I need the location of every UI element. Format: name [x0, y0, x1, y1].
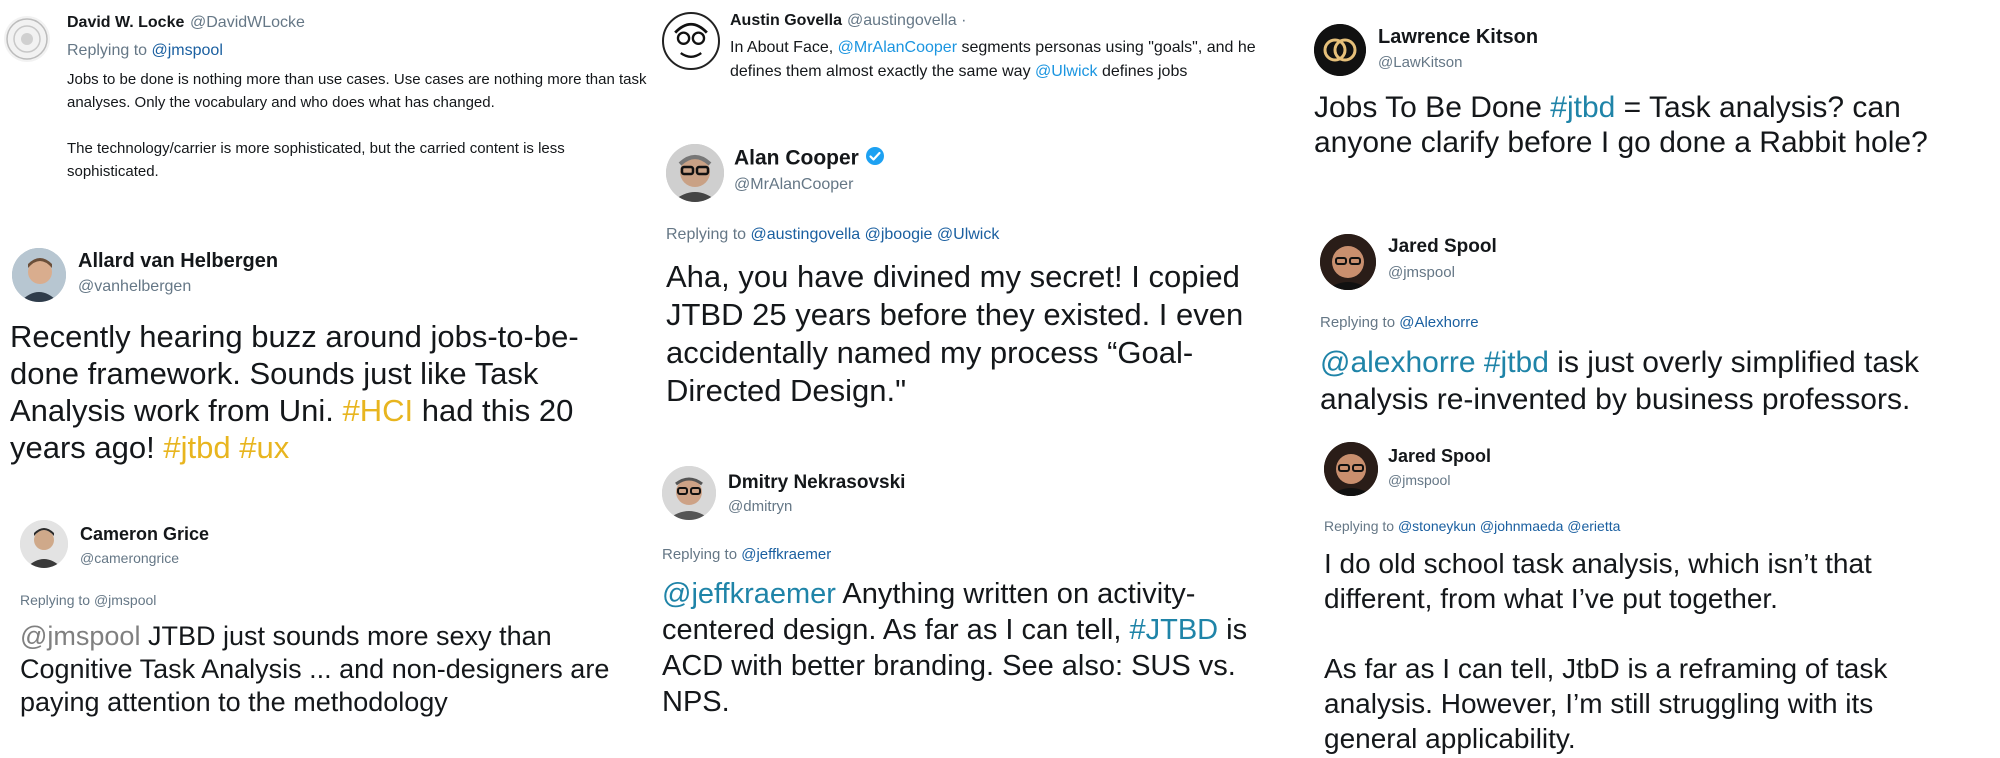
author-name[interactable]: David W. Locke	[67, 14, 184, 32]
hashtag[interactable]: #jtbd	[163, 430, 230, 465]
reply-mention[interactable]: @jmspool	[94, 592, 156, 608]
tweet-body: @jeffkraemer Anything written on activit…	[662, 576, 1302, 720]
author-handle[interactable]: @dmitryn	[728, 498, 792, 515]
avatar[interactable]	[4, 16, 50, 62]
verified-badge-icon	[865, 146, 885, 172]
reply-mention[interactable]: @Alexhorre	[1399, 314, 1478, 331]
tweet-allard-van-helbergen: Allard van Helbergen @vanhelbergen Recen…	[0, 240, 640, 480]
author-name[interactable]: Dmitry Nekrasovski	[728, 472, 905, 494]
replying-prefix: Replying to	[67, 42, 152, 59]
reply-mention[interactable]: @erietta	[1567, 518, 1620, 534]
tweet-body: In About Face, @MrAlanCooper segments pe…	[730, 36, 1310, 84]
hashtag[interactable]: #jtbd	[1550, 91, 1615, 124]
handle-text[interactable]: @austingovella	[847, 12, 957, 29]
replying-to: Replying to @Alexhorre	[1320, 314, 1479, 331]
replying-to: Replying to @jmspool	[20, 592, 156, 608]
mention[interactable]: @jmspool	[20, 621, 140, 651]
mention[interactable]: @alexhorre	[1320, 346, 1476, 379]
replying-prefix: Replying to	[20, 592, 94, 608]
author-name[interactable]: Cameron Grice	[80, 524, 209, 545]
author-handle[interactable]: @DavidWLocke	[190, 14, 305, 32]
tweet-body: Jobs to be done is nothing more than use…	[67, 68, 647, 183]
separator-dot: ·	[961, 12, 967, 29]
tweet-jared-spool-1: Jared Spool @jmspool Replying to @Alexho…	[1318, 232, 1998, 422]
tweet-austin-govella: Austin Govella @austingovella · In About…	[662, 8, 1302, 108]
tweet-paragraph: As far as I can tell, JtbD is a reframin…	[1324, 653, 1888, 754]
replying-to: Replying to @jmspool	[67, 42, 223, 60]
tweet-jared-spool-2: Jared Spool @jmspool Replying to @stoney…	[1322, 442, 1992, 754]
tweet-body: Jobs To Be Done #jtbd = Task analysis? c…	[1314, 90, 1934, 160]
tweet-dmitry-nekrasovski: Dmitry Nekrasovski @dmitryn Replying to …	[662, 466, 1312, 746]
avatar[interactable]	[1324, 442, 1378, 496]
reply-mention[interactable]: @jboogie	[865, 226, 933, 243]
tweet-text: Jobs To Be Done	[1314, 91, 1551, 124]
avatar[interactable]	[662, 12, 720, 70]
author-name[interactable]: Lawrence Kitson	[1378, 26, 1538, 49]
mention[interactable]: @jeffkraemer	[662, 578, 836, 610]
author-handle[interactable]: @vanhelbergen	[78, 278, 191, 296]
replying-prefix: Replying to	[662, 546, 742, 563]
hashtag[interactable]: #JTBD	[1129, 614, 1218, 646]
author-name[interactable]: Jared Spool	[1388, 446, 1491, 467]
tweet-david-locke: David W. Locke @DavidWLocke Replying to …	[0, 8, 647, 188]
hashtag[interactable]: #HCI	[342, 393, 413, 428]
tweet-text: In About Face,	[730, 39, 838, 56]
reply-mention[interactable]: @johnmaeda	[1480, 518, 1564, 534]
tweet-paragraph: The technology/carrier is more sophistic…	[67, 140, 565, 180]
tweet-body: @alexhorre #jtbd is just overly simplifi…	[1320, 344, 1998, 418]
author-handle[interactable]: @jmspool	[1388, 472, 1450, 488]
tweet-cameron-grice: Cameron Grice @camerongrice Replying to …	[0, 520, 640, 740]
tweet-body: Aha, you have divined my secret! I copie…	[666, 258, 1306, 410]
replying-prefix: Replying to	[1320, 314, 1400, 331]
avatar[interactable]	[1320, 234, 1376, 290]
avatar[interactable]	[12, 248, 66, 302]
author-name[interactable]: Jared Spool	[1388, 236, 1497, 258]
reply-mention[interactable]: @stoneykun	[1398, 518, 1476, 534]
author-handle[interactable]: @MrAlanCooper	[734, 176, 853, 194]
tweet-paragraph: I do old school task analysis, which isn…	[1324, 548, 1872, 614]
author-handle: @austingovella ·	[847, 12, 966, 30]
tweet-body: Recently hearing buzz around jobs-to-be-…	[10, 318, 630, 466]
reply-mention[interactable]: @Ulwick	[937, 226, 999, 243]
mention[interactable]: @Ulwick	[1035, 63, 1097, 80]
replying-to: Replying to @austingovella @jboogie @Ulw…	[666, 226, 999, 244]
tweet-body: @jmspool JTBD just sounds more sexy than…	[20, 620, 620, 719]
replying-to: Replying to @stoneykun @johnmaeda @eriet…	[1324, 518, 1620, 534]
tweet-lawrence-kitson: Lawrence Kitson @LawKitson Jobs To Be Do…	[1314, 16, 1984, 206]
avatar[interactable]	[1314, 24, 1366, 76]
avatar[interactable]	[662, 466, 716, 520]
replying-to: Replying to @jeffkraemer	[662, 546, 831, 563]
hashtag[interactable]: #jtbd	[1484, 346, 1549, 379]
author-handle[interactable]: @camerongrice	[80, 550, 179, 566]
tweet-alan-cooper: Alan Cooper @MrAlanCooper Replying to @a…	[662, 140, 1302, 420]
replying-prefix: Replying to	[1324, 518, 1398, 534]
author-name-text[interactable]: Alan Cooper	[734, 147, 859, 170]
tweet-paragraph: Jobs to be done is nothing more than use…	[67, 71, 647, 111]
author-name: Alan Cooper	[734, 146, 885, 172]
tweet-text: defines jobs	[1097, 63, 1188, 80]
tweet-text: Aha, you have divined my secret! I copie…	[666, 259, 1244, 408]
reply-mention[interactable]: @jeffkraemer	[741, 546, 831, 563]
author-name[interactable]: Allard van Helbergen	[78, 250, 278, 273]
replying-prefix: Replying to	[666, 226, 751, 243]
avatar[interactable]	[666, 144, 724, 202]
author-handle[interactable]: @jmspool	[1388, 264, 1455, 281]
hashtag[interactable]: #ux	[239, 430, 289, 465]
avatar[interactable]	[20, 520, 68, 568]
tweet-body: I do old school task analysis, which isn…	[1324, 546, 1964, 756]
author-handle[interactable]: @LawKitson	[1378, 54, 1462, 71]
author-name[interactable]: Austin Govella	[730, 12, 842, 30]
reply-mention[interactable]: @austingovella	[751, 226, 861, 243]
mention[interactable]: @MrAlanCooper	[838, 39, 957, 56]
reply-mention[interactable]: @jmspool	[152, 42, 223, 59]
